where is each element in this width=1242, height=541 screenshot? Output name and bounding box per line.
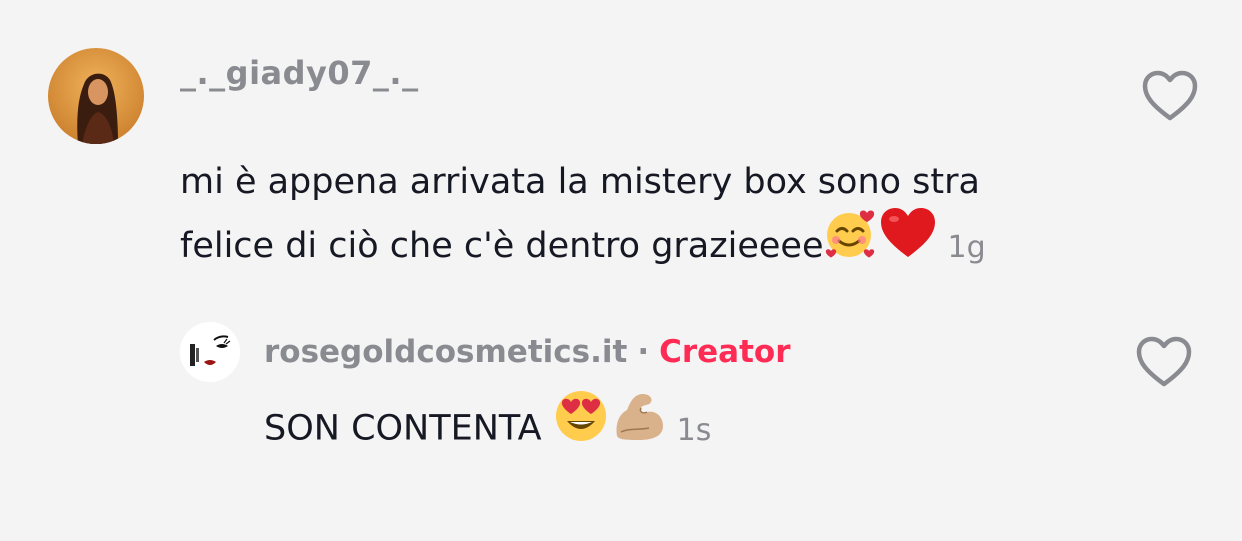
reply-header: rosegoldcosmetics.it · Creator	[264, 334, 790, 370]
creator-badge: Creator	[659, 334, 791, 370]
heart-eyes-face-icon	[553, 388, 609, 463]
comment-body: mi è appena arrivata la mistery box sono…	[180, 150, 1080, 280]
comments-panel: _._giady07_._ mi è appena arrivata la mi…	[0, 0, 1242, 541]
heart-outline-icon	[1136, 336, 1192, 387]
user-avatar[interactable]	[48, 48, 144, 144]
smiling-face-with-hearts-icon	[823, 207, 879, 280]
red-heart-icon	[879, 207, 937, 280]
brand-logo-icon	[180, 322, 240, 382]
reply-timestamp: 1s	[676, 412, 712, 448]
reply-username[interactable]: rosegoldcosmetics.it	[264, 334, 627, 370]
avatar-photo-icon	[48, 48, 144, 144]
reply-text: SON CONTENTA	[264, 408, 542, 449]
comment-username[interactable]: _._giady07_._	[180, 54, 419, 92]
separator-dot: ·	[637, 334, 650, 370]
creator-avatar[interactable]	[180, 322, 240, 382]
reply-body: SON CONTENTA 1s	[264, 391, 712, 463]
reply-like-button[interactable]	[1134, 334, 1194, 390]
comment-timestamp: 1g	[947, 230, 986, 265]
flexed-biceps-icon	[609, 388, 667, 463]
heart-outline-icon	[1142, 70, 1198, 121]
like-button[interactable]	[1140, 68, 1200, 124]
